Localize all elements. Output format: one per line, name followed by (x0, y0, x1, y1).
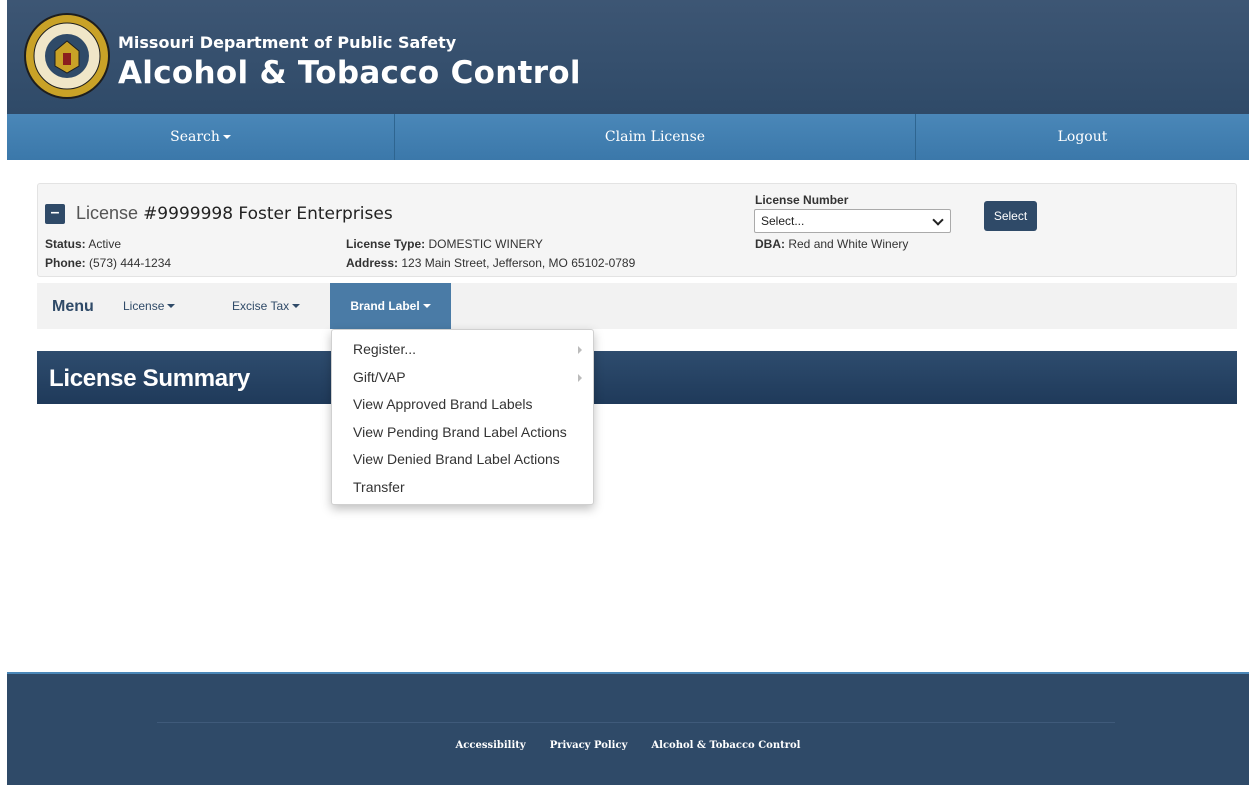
license-panel: – License #9999998 Foster Enterprises St… (37, 183, 1237, 277)
nav-claim-label: Claim License (604, 129, 706, 145)
license-summary-bar: License Summary (37, 351, 1237, 404)
license-type-field: License Type: DOMESTIC WINERY (346, 237, 543, 251)
phone-field: Phone: (573) 444-1234 (45, 256, 171, 270)
phone-label: Phone: (45, 256, 86, 270)
license-title: License #9999998 Foster Enterprises (76, 203, 393, 224)
dropdown-item-label: View Pending Brand Label Actions (353, 423, 567, 440)
dba-field: DBA: Red and White Winery (755, 237, 908, 251)
menu-title: Menu (52, 298, 94, 315)
nav-logout-label: Logout (1057, 129, 1108, 145)
header-subtitle: Missouri Department of Public Safety (118, 33, 457, 52)
dropdown-item-label: View Denied Brand Label Actions (353, 451, 560, 467)
address-value: 123 Main Street, Jefferson, MO 65102-078… (401, 256, 636, 270)
license-type-value: DOMESTIC WINERY (428, 237, 543, 251)
menu-excise-label: Excise Tax (232, 299, 290, 313)
collapse-button[interactable]: – (45, 204, 65, 224)
status-value: Active (88, 237, 122, 251)
top-nav: Search Claim License Logout (7, 114, 1249, 160)
footer-link-atc[interactable]: Alcohol & Tobacco Control (651, 740, 800, 751)
dropdown-item-transfer[interactable]: Transfer (332, 474, 593, 502)
menu-license[interactable]: License (123, 283, 176, 329)
license-type-label: License Type: (346, 237, 426, 251)
license-number-label: License Number (755, 193, 849, 207)
menu-license-label: License (123, 299, 165, 313)
site-header: Missouri Department of Public Safety Alc… (7, 0, 1249, 114)
dropdown-item-label: Gift/VAP (353, 368, 406, 385)
caret-right-icon (578, 346, 582, 354)
nav-search-label: Search (170, 129, 220, 145)
caret-down-icon (422, 304, 431, 308)
menu-excise-tax[interactable]: Excise Tax (232, 283, 301, 329)
caret-down-icon (222, 135, 231, 139)
license-prefix: License (76, 203, 139, 223)
caret-down-icon (292, 304, 301, 308)
nav-logout[interactable]: Logout (916, 114, 1249, 160)
nav-search[interactable]: Search (7, 114, 395, 160)
footer-link-accessibility[interactable]: Accessibility (456, 740, 526, 751)
menu-brand-label-text: Brand Label (350, 299, 420, 313)
footer-link-privacy[interactable]: Privacy Policy (550, 740, 628, 751)
dropdown-item-view-pending[interactable]: View Pending Brand Label Actions (332, 419, 593, 447)
dropdown-item-gift-vap[interactable]: Gift/VAP (332, 364, 593, 392)
dropdown-item-view-denied[interactable]: View Denied Brand Label Actions (332, 446, 593, 474)
site-footer: Accessibility Privacy Policy Alcohol & T… (7, 672, 1249, 785)
brand-label-dropdown: Register... Gift/VAP View Approved Brand… (331, 329, 594, 505)
license-number-select[interactable]: Select... (754, 209, 951, 233)
dropdown-item-label: View Approved Brand Labels (353, 396, 533, 412)
dropdown-item-register[interactable]: Register... (332, 336, 593, 364)
license-summary-title: License Summary (49, 365, 250, 392)
select-button[interactable]: Select (984, 201, 1037, 231)
footer-divider (157, 722, 1115, 723)
chevron-down-icon (932, 214, 944, 226)
phone-value: (573) 444-1234 (89, 256, 172, 270)
address-field: Address: 123 Main Street, Jefferson, MO … (346, 256, 635, 270)
nav-claim-license[interactable]: Claim License (395, 114, 916, 160)
caret-right-icon (578, 373, 582, 382)
state-seal-logo (24, 13, 110, 99)
status-field: Status: Active (45, 237, 121, 251)
caret-down-icon (167, 304, 176, 308)
dba-label: DBA: (755, 237, 785, 251)
status-label: Status: (45, 237, 86, 251)
menu-brand-label[interactable]: Brand Label (330, 283, 451, 329)
menu-bar: Menu License Excise Tax Brand Label (37, 283, 1237, 329)
page: Missouri Department of Public Safety Alc… (7, 0, 1249, 785)
footer-links: Accessibility Privacy Policy Alcohol & T… (7, 740, 1249, 751)
select-value: Select... (761, 214, 805, 228)
dropdown-item-label: Register... (353, 341, 417, 357)
dba-value: Red and White Winery (788, 237, 909, 251)
header-title: Alcohol & Tobacco Control (118, 55, 581, 91)
address-label: Address: (346, 256, 399, 270)
license-number-title: #9999998 Foster Enterprises (143, 204, 393, 224)
dropdown-item-label: Transfer (353, 478, 405, 495)
dropdown-item-view-approved[interactable]: View Approved Brand Labels (332, 391, 593, 419)
